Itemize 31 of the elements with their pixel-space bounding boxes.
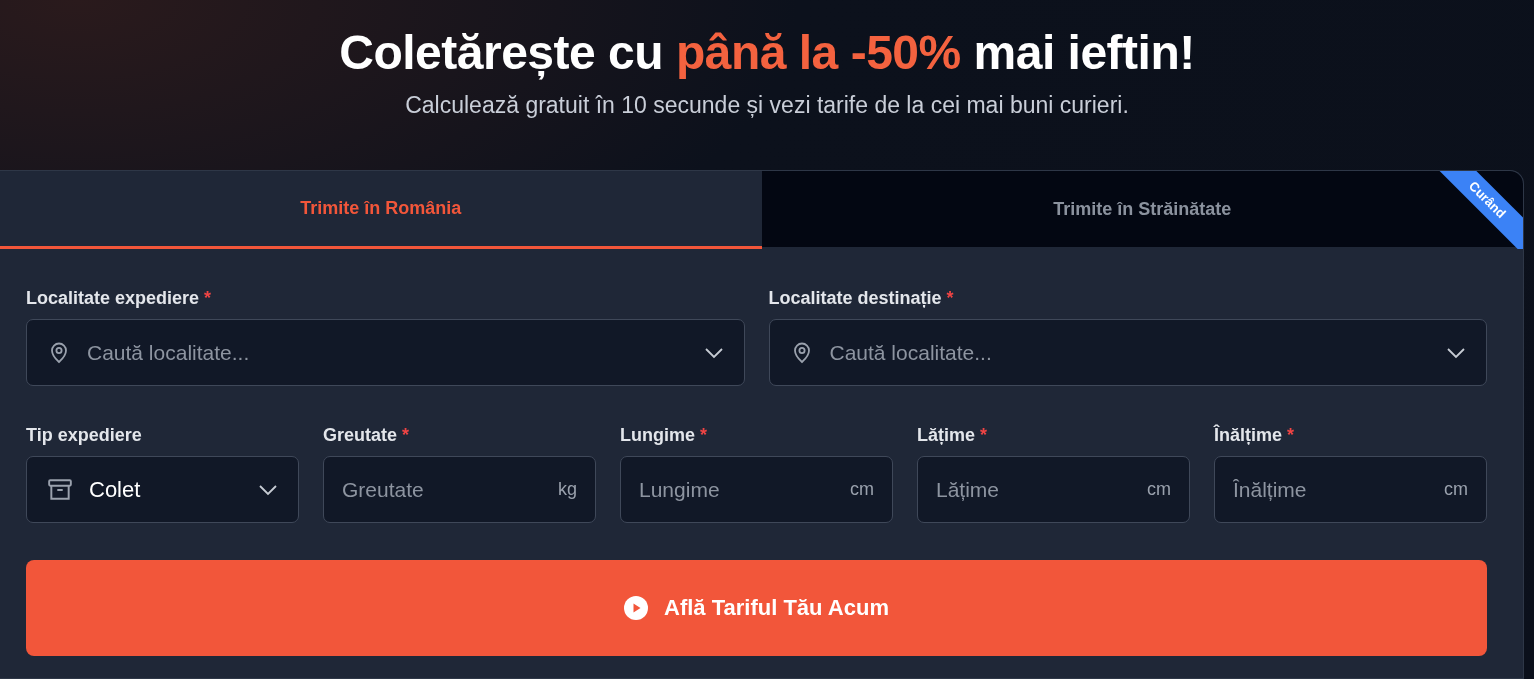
- field-label: Greutate *: [323, 424, 411, 446]
- field-label: Lungime *: [620, 424, 709, 446]
- subtitle: Calculează gratuit în 10 secunde și vezi tarife de la cei mai buni curieri.: [405, 91, 1129, 120]
- chevron-down-icon: [703, 346, 724, 359]
- unit-label: kg: [558, 479, 577, 500]
- field-label: Tip expediere: [26, 424, 143, 446]
- input-field[interactable]: Lățime cm: [917, 456, 1190, 523]
- number-input[interactable]: Înălțime: [1233, 477, 1444, 502]
- shipment-type-select[interactable]: Colet: [26, 456, 299, 523]
- input-field[interactable]: Lungime cm: [620, 456, 893, 523]
- location-select[interactable]: Caută localitate...: [768, 319, 1487, 386]
- input-field[interactable]: Greutate kg: [323, 456, 596, 523]
- location-select[interactable]: Caută localitate...: [26, 319, 745, 386]
- unit-label: cm: [1444, 479, 1468, 500]
- number-input[interactable]: Greutate: [342, 477, 558, 502]
- number-input[interactable]: Lungime: [639, 477, 850, 502]
- field-label: Localitate destinație *: [768, 287, 955, 309]
- chevron-down-icon: [258, 483, 278, 496]
- unit-label: cm: [1147, 479, 1171, 500]
- search-input[interactable]: Caută localitate...: [829, 340, 1434, 365]
- headline: Coletărește cu până la -50% mai ieftin!: [339, 25, 1195, 82]
- search-input[interactable]: Caută localitate...: [87, 340, 692, 365]
- input-field[interactable]: Înălțime cm: [1214, 456, 1487, 523]
- field-label: Lățime *: [917, 424, 989, 446]
- field-label: Localitate expediere *: [26, 287, 213, 309]
- box-icon: [47, 476, 73, 503]
- field-label: Înălțime *: [1214, 424, 1296, 446]
- number-input[interactable]: Lățime: [936, 477, 1147, 502]
- play-icon: [624, 596, 649, 620]
- chevron-down-icon: [1446, 346, 1466, 359]
- unit-label: cm: [850, 479, 874, 500]
